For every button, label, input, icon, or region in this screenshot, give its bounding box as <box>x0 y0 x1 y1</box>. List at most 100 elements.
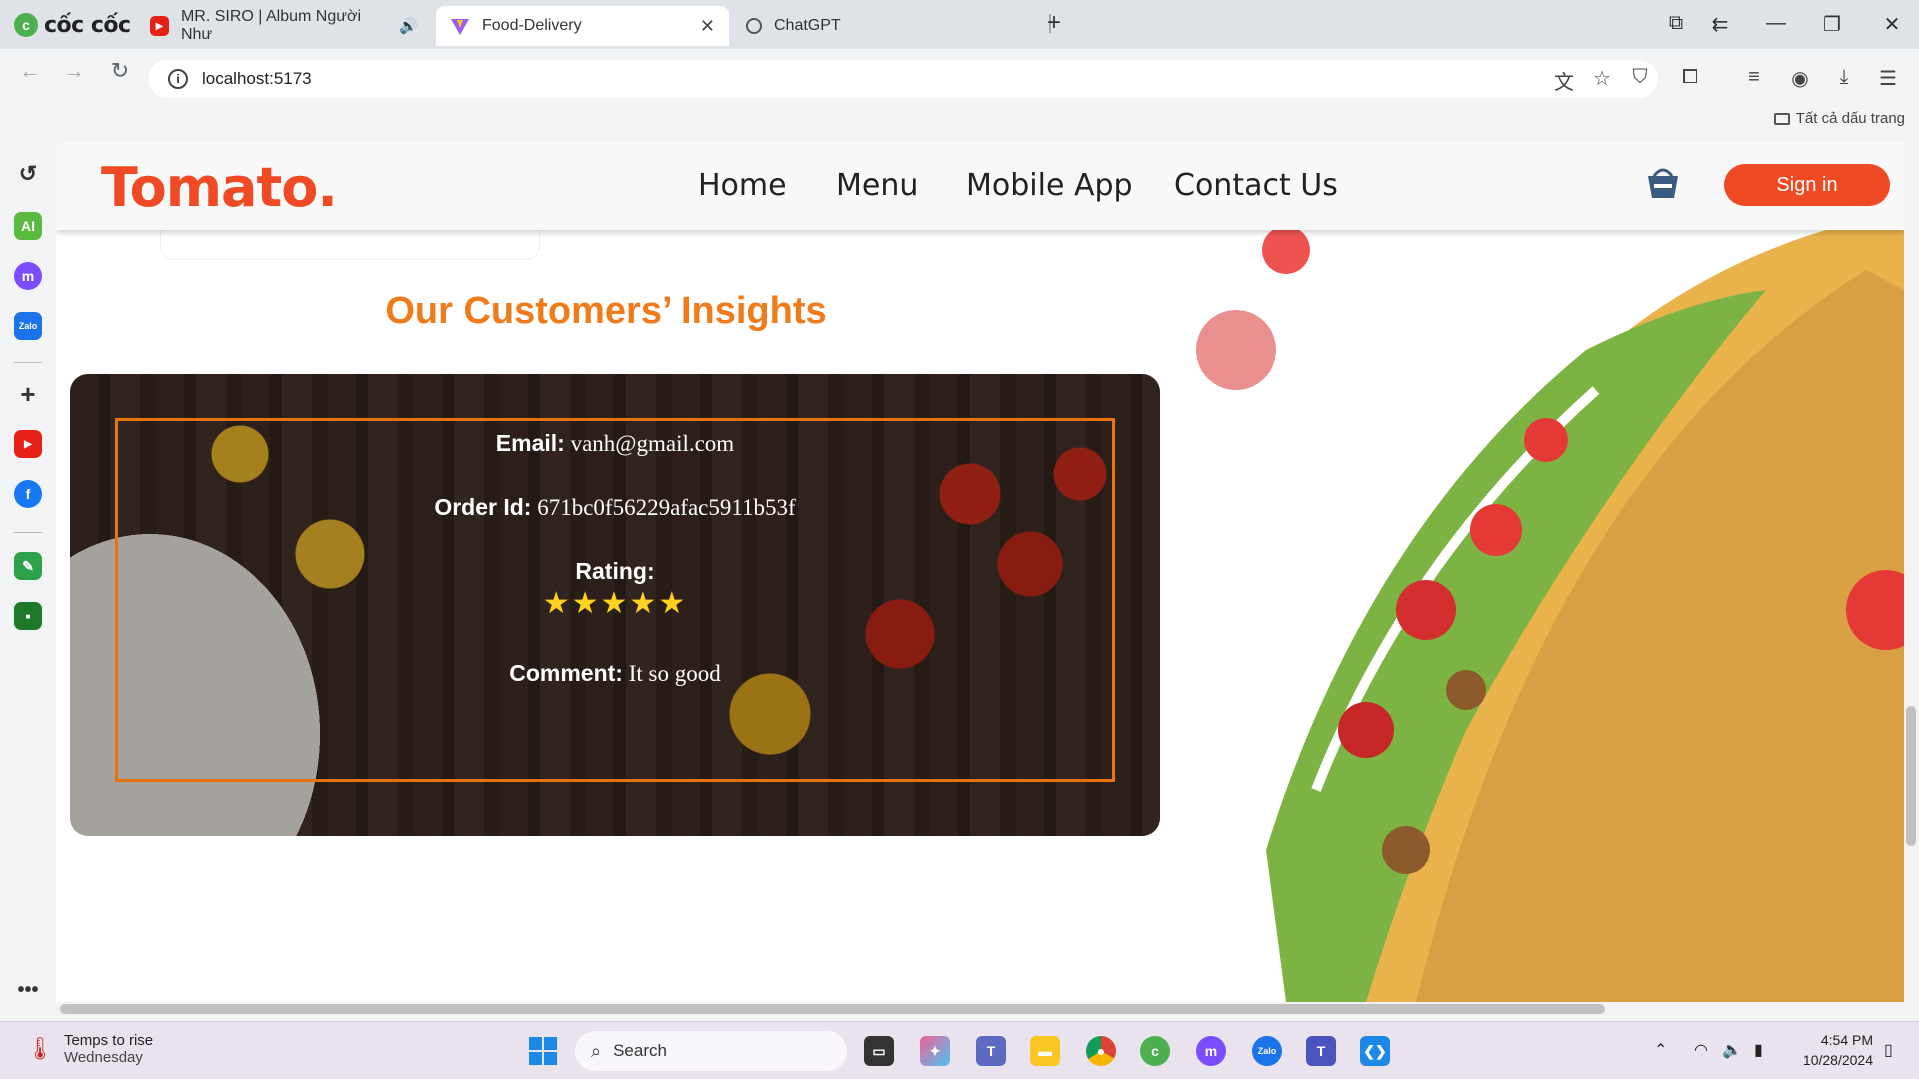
close-tab-icon[interactable]: ✕ <box>700 16 715 37</box>
sidebar-separator <box>14 362 42 363</box>
vite-icon <box>450 16 470 36</box>
comment-label: Comment: <box>509 660 623 686</box>
extensions-icon[interactable]: ⧠ <box>1676 66 1704 89</box>
menu-menu[interactable]: Menu <box>836 168 918 203</box>
download-icon[interactable]: ⤓ <box>1830 66 1858 89</box>
tray-chevron-icon[interactable]: ⌃ <box>1654 1040 1667 1060</box>
page-viewport: Tomato. Home Menu Mobile App Contact Us … <box>56 142 1904 1002</box>
horizontal-scrollbar[interactable] <box>60 1004 1605 1014</box>
comment-row: Comment: It so good <box>70 660 1160 687</box>
folder-icon <box>1773 112 1790 125</box>
tab-youtube[interactable]: ▶ MR. SIRO | Album Người Như 🔊 <box>136 6 432 46</box>
windows-start-icon[interactable] <box>528 1036 558 1066</box>
insight-card: Email: vanh@gmail.com Order Id: 671bc0f5… <box>70 374 1160 836</box>
comment-value: It so good <box>628 661 721 686</box>
vertical-scrollbar[interactable] <box>1906 706 1916 846</box>
restore-button[interactable]: ❐ <box>1818 12 1846 37</box>
menu-contact-us[interactable]: Contact Us <box>1174 168 1338 203</box>
history-icon[interactable]: ↺ <box>14 160 42 188</box>
rating-stars: ★★★★★ <box>542 587 688 620</box>
volume-icon[interactable]: 🔈 <box>1722 1040 1742 1060</box>
media-icon[interactable]: ≡ <box>1740 66 1768 89</box>
bookmarks-label: Tất cả dấu trang <box>1795 110 1905 127</box>
basket-icon[interactable] <box>1646 164 1680 200</box>
email-value: vanh@gmail.com <box>570 431 735 456</box>
sidebar-separator <box>14 532 42 533</box>
site-info-icon[interactable]: i <box>168 69 188 89</box>
menu-icon[interactable]: ☰ <box>1874 66 1902 91</box>
order-label: Order Id: <box>434 494 532 520</box>
order-value: 671bc0f56229afac5911b53f <box>537 495 796 520</box>
chrome-icon[interactable]: ● <box>1086 1036 1116 1066</box>
shield-icon[interactable]: ⛉ <box>1626 66 1654 89</box>
order-row: Order Id: 671bc0f56229afac5911b53f <box>70 494 1160 521</box>
weather-title: Temps to rise <box>63 1032 154 1049</box>
coccoc-icon: c <box>14 13 38 37</box>
insights-heading: Our Customers’ Insights <box>385 290 827 332</box>
reload-icon[interactable]: ↻ <box>106 58 134 84</box>
task-view-icon[interactable]: ▭ <box>864 1036 894 1066</box>
weather-widget[interactable]: 🌡 Temps to rise Wednesday <box>26 1032 153 1066</box>
game-icon[interactable]: ■ <box>14 602 42 630</box>
tab-search-icon[interactable]: ⧉ <box>1662 12 1690 35</box>
previous-card-edge <box>160 230 540 260</box>
weather-day: Wednesday <box>63 1049 143 1066</box>
new-tab-button[interactable]: + <box>1040 9 1068 37</box>
forward-icon[interactable]: → <box>60 58 88 84</box>
url-text: localhost:5173 <box>202 69 312 88</box>
clock-date: 10/28/2024 <box>1802 1052 1873 1068</box>
translate-icon[interactable]: 文 <box>1550 66 1578 95</box>
tomato-logo[interactable]: Tomato. <box>101 156 338 219</box>
wifi-icon[interactable]: ◠ <box>1694 1040 1708 1060</box>
profile-icon[interactable]: ◉ <box>1786 66 1814 91</box>
url-field[interactable]: i localhost:5173 <box>148 60 1658 98</box>
teams-work-icon[interactable]: T <box>1306 1036 1336 1066</box>
tab-chatgpt[interactable]: ChatGPT <box>732 6 1028 46</box>
coccoc-logo[interactable]: c cốc cốc <box>14 12 131 38</box>
chatgpt-icon <box>746 18 762 34</box>
search-placeholder: Search <box>613 1041 667 1060</box>
notification-icon[interactable]: ▯ <box>1884 1040 1893 1060</box>
ai-icon[interactable]: AI <box>14 212 42 240</box>
brand-name: cốc cốc <box>44 12 131 38</box>
youtube-sidebar-icon[interactable]: ▶ <box>14 430 42 458</box>
copilot-icon[interactable]: ✦ <box>920 1036 950 1066</box>
taskbar-search[interactable]: ⌕ Search <box>575 1031 847 1071</box>
all-bookmarks[interactable]: Tất cả dấu trang <box>1773 110 1905 127</box>
browser-sidebar: ↺ AI m Zalo + ▶ f ✎ ■ ••• <box>0 140 56 1020</box>
speaker-icon[interactable]: 🔊 <box>399 17 418 35</box>
sign-in-button[interactable]: Sign in <box>1724 164 1890 206</box>
menu-home[interactable]: Home <box>698 168 787 203</box>
battery-icon[interactable]: ▮ <box>1754 1040 1763 1060</box>
zalo-taskbar-icon[interactable]: Zalo <box>1252 1036 1282 1066</box>
file-explorer-icon[interactable]: ▬ <box>1030 1036 1060 1066</box>
messenger-icon[interactable]: m <box>14 262 42 290</box>
youtube-icon: ▶ <box>150 16 169 36</box>
vscode-icon[interactable]: ❮❯ <box>1360 1036 1390 1066</box>
facebook-icon[interactable]: f <box>14 480 42 508</box>
email-label: Email: <box>495 430 565 456</box>
bookmark-star-icon[interactable]: ☆ <box>1588 66 1616 91</box>
taskbar-clock[interactable]: 4:54 PM 10/28/2024 <box>1803 1030 1873 1070</box>
tab-food-delivery[interactable]: Food-Delivery ✕ <box>436 6 729 46</box>
clock-time: 4:54 PM <box>1820 1032 1873 1048</box>
back-history-icon[interactable]: ⇇ <box>1706 12 1734 37</box>
site-navbar: Tomato. Home Menu Mobile App Contact Us … <box>56 142 1904 230</box>
close-window-button[interactable]: ✕ <box>1878 12 1906 37</box>
search-icon: ⌕ <box>591 1040 602 1061</box>
minimize-button[interactable]: — <box>1762 12 1790 35</box>
menu-mobile-app[interactable]: Mobile App <box>966 168 1133 203</box>
coccoc-taskbar-icon[interactable]: c <box>1140 1036 1170 1066</box>
email-row: Email: vanh@gmail.com <box>70 430 1160 457</box>
notes-icon[interactable]: ✎ <box>14 552 42 580</box>
rating-label: Rating: <box>575 558 655 584</box>
tab-label: ChatGPT <box>774 17 841 34</box>
zalo-icon[interactable]: Zalo <box>14 312 42 340</box>
more-icon[interactable]: ••• <box>14 976 42 1004</box>
messenger-taskbar-icon[interactable]: m <box>1196 1036 1226 1066</box>
taco-image <box>1196 230 1904 1002</box>
teams-icon[interactable]: T <box>976 1036 1006 1066</box>
back-icon[interactable]: ← <box>16 58 44 84</box>
tab-label: Food-Delivery <box>482 17 582 34</box>
add-app-icon[interactable]: + <box>14 379 42 409</box>
